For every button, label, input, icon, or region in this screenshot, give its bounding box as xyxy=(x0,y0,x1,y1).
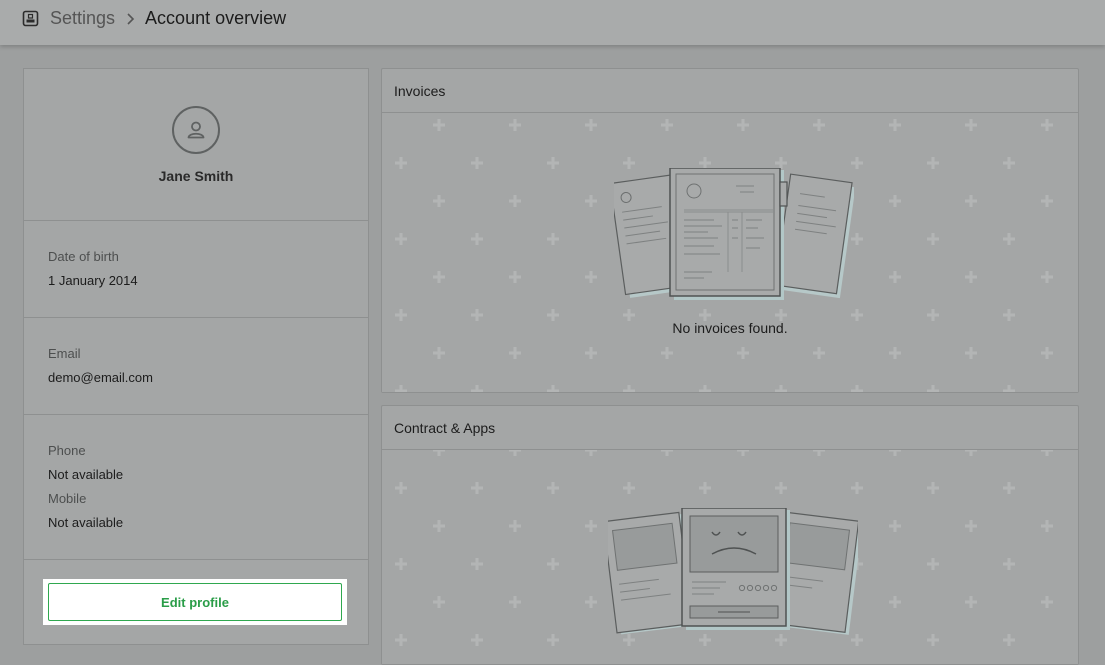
invoices-empty-state: No invoices found. xyxy=(382,113,1078,392)
mobile-value: Not available xyxy=(48,515,124,530)
contracts-title: Contract & Apps xyxy=(382,406,1078,450)
profile-name: Jane Smith xyxy=(158,168,234,184)
top-header: Settings Account overview xyxy=(0,0,1105,45)
user-icon xyxy=(172,106,220,154)
breadcrumb-settings[interactable]: Settings xyxy=(50,8,115,29)
email-section: Email demo@email.com xyxy=(24,318,368,415)
page-title: Account overview xyxy=(145,8,287,28)
contracts-panel: Contract & Apps xyxy=(381,405,1079,665)
email-value: demo@email.com xyxy=(48,370,153,385)
app-window-icon xyxy=(22,10,39,27)
edit-profile-highlight: Edit profile xyxy=(43,579,347,625)
profile-summary: Jane Smith xyxy=(24,69,368,221)
phone-value: Not available xyxy=(48,467,124,482)
dob-label: Date of birth xyxy=(48,249,119,264)
invoices-panel: Invoices No invoices found. xyxy=(381,68,1079,393)
dob-section: Date of birth 1 January 2014 xyxy=(24,221,368,318)
profile-card: Jane Smith Date of birth 1 January 2014 … xyxy=(23,68,369,645)
contracts-empty-state xyxy=(382,450,1078,664)
mobile-label: Mobile xyxy=(48,491,87,506)
invoices-title: Invoices xyxy=(382,69,1078,113)
chevron-right-icon xyxy=(126,12,135,25)
phone-section: Phone Not available Mobile Not available xyxy=(24,415,368,560)
invoices-empty-message: No invoices found. xyxy=(672,320,788,336)
invoice-documents-illustration xyxy=(614,168,854,300)
edit-profile-button[interactable]: Edit profile xyxy=(48,583,342,621)
dob-value: 1 January 2014 xyxy=(48,273,138,288)
email-label: Email xyxy=(48,346,81,361)
phone-label: Phone xyxy=(48,443,86,458)
contract-apps-illustration xyxy=(608,508,858,635)
